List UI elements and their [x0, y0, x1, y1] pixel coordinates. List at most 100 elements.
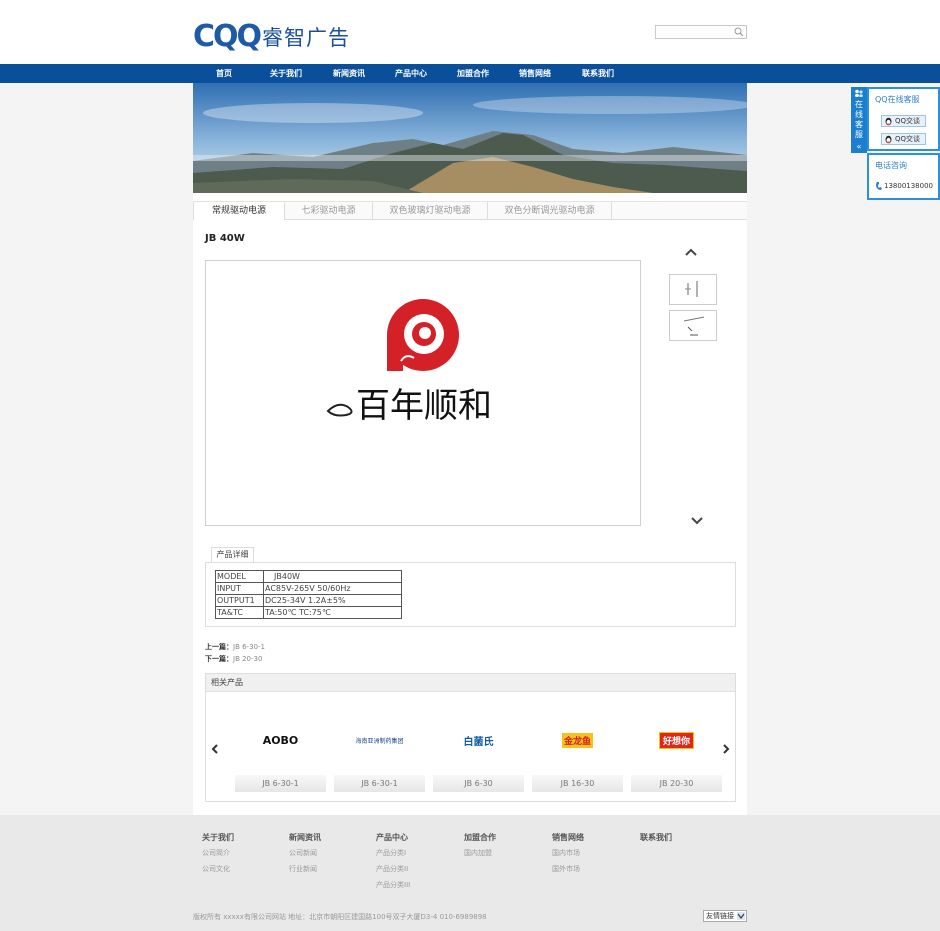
- related-logo: 白菌氏: [463, 736, 494, 748]
- online-service-widget: 在线客服 « QQ在线客服 QQ交谈 QQ交谈 电话咨询 13800138000: [851, 87, 940, 200]
- nav-products[interactable]: 产品中心: [395, 68, 427, 79]
- logo-latin: CQQ: [193, 19, 262, 54]
- friend-links-label: 友情链接: [706, 912, 734, 920]
- nav-contact[interactable]: 联系我们: [582, 68, 614, 79]
- phone-number[interactable]: 13800138000: [884, 182, 933, 190]
- footer: 关于我们 公司简介 公司文化 新闻资讯 公司新闻 行业新闻 产品中心 产品分类I…: [0, 815, 940, 931]
- category-tabs: 常规驱动电源 七彩驱动电源 双色玻璃灯驱动电源 双色分断调光驱动电源: [193, 201, 747, 220]
- qq-chat-button[interactable]: QQ交谈: [881, 115, 926, 127]
- footer-col-about: 关于我们 公司简介 公司文化: [202, 832, 234, 880]
- related-item[interactable]: 好想你 JB 20-30: [631, 705, 722, 792]
- footer-col-title[interactable]: 新闻资讯: [289, 832, 321, 843]
- related-name[interactable]: JB 6-30-1: [235, 775, 326, 792]
- footer-col-products: 产品中心 产品分类I 产品分类II 产品分类III: [376, 832, 410, 896]
- table-row: TA&TC TA:50℃ TC:75℃: [215, 606, 402, 619]
- table-row: OUTPUT1 DC25-34V 1.2A±5%: [215, 594, 402, 607]
- related-logo: 好想你: [658, 731, 694, 749]
- next-value[interactable]: JB 20-30: [233, 655, 262, 663]
- qq-penguin-icon: [885, 135, 892, 144]
- nav-news[interactable]: 新闻资讯: [333, 68, 365, 79]
- footer-link[interactable]: 公司新闻: [289, 848, 321, 858]
- phone-icon: [876, 182, 882, 190]
- footer-col-contact: 联系我们: [640, 832, 672, 848]
- footer-col-title[interactable]: 产品中心: [376, 832, 410, 843]
- related-item[interactable]: 海南亚洲制药集团 JB 6-30-1: [334, 705, 425, 792]
- scroll-down-icon[interactable]: [691, 517, 703, 525]
- product-title: JB 40W: [205, 233, 245, 244]
- thumbnail-1[interactable]: [669, 274, 717, 305]
- nav-home[interactable]: 首页: [216, 68, 232, 79]
- table-row: MODEL JB40W: [215, 570, 402, 583]
- product-main-image[interactable]: 百年顺和: [205, 260, 641, 526]
- footer-link[interactable]: 产品分类III: [376, 880, 410, 890]
- spec-value: TA:50℃ TC:75℃: [263, 606, 402, 619]
- spec-key: OUTPUT1: [215, 594, 264, 607]
- scroll-up-icon[interactable]: [685, 248, 697, 256]
- related-item[interactable]: 白菌氏 JB 6-30: [433, 705, 524, 792]
- footer-link[interactable]: 国内市场: [552, 848, 584, 858]
- thumbnail-2[interactable]: [669, 310, 717, 341]
- spec-key: MODEL: [215, 570, 264, 583]
- tab-glass-lamp-driver[interactable]: 双色玻璃灯驱动电源: [373, 202, 488, 220]
- prev-value[interactable]: JB 6-30-1: [233, 643, 265, 651]
- tab-regular-driver[interactable]: 常规驱动电源: [193, 202, 285, 220]
- tab-colorful-driver[interactable]: 七彩驱动电源: [285, 202, 373, 220]
- related-name[interactable]: JB 6-30: [433, 775, 524, 792]
- spec-value: DC25-34V 1.2A±5%: [263, 594, 402, 607]
- related-name[interactable]: JB 16-30: [532, 775, 623, 792]
- detail-panel: MODEL JB40W INPUT AC85V-265V 50/60Hz OUTPU…: [205, 562, 736, 627]
- related-logo: AOBO: [262, 733, 299, 747]
- footer-col-title[interactable]: 关于我们: [202, 832, 234, 843]
- nav-sales[interactable]: 销售网络: [519, 68, 551, 79]
- chevron-down-icon: [737, 912, 745, 920]
- spec-key: TA&TC: [215, 606, 264, 619]
- search-icon[interactable]: [734, 27, 744, 37]
- footer-link[interactable]: 国内加盟: [464, 848, 496, 858]
- spec-value: JB40W: [263, 570, 402, 583]
- collapse-icon[interactable]: «: [851, 142, 867, 152]
- spec-key: INPUT: [215, 582, 264, 595]
- footer-link[interactable]: 公司文化: [202, 864, 234, 874]
- tab-dimming-driver[interactable]: 双色分断调光驱动电源: [488, 202, 612, 220]
- related-header: 相关产品: [206, 674, 735, 692]
- table-row: INPUT AC85V-265V 50/60Hz: [215, 582, 402, 595]
- related-products: 相关产品 AOBO JB 6-30-1 海南亚洲制药集团 JB 6-30-1 白…: [205, 673, 736, 802]
- footer-col-join: 加盟合作 国内加盟: [464, 832, 496, 864]
- detail-tab[interactable]: 产品详细: [211, 547, 254, 562]
- product-logo-mark: [387, 299, 459, 371]
- qq-chat-label: QQ交谈: [895, 117, 921, 125]
- service-strip-label: 在线客服: [855, 100, 863, 139]
- carousel-prev-icon[interactable]: [211, 744, 219, 754]
- prev-link[interactable]: 上一篇：JB 6-30-1: [205, 642, 265, 652]
- qq-chat-label: QQ交谈: [895, 135, 921, 143]
- qq-title: QQ在线客服: [875, 95, 920, 104]
- site-logo[interactable]: CQQ 睿智广告: [193, 22, 350, 52]
- qq-chat-button[interactable]: QQ交谈: [881, 133, 926, 145]
- next-link[interactable]: 下一篇：JB 20-30: [205, 654, 262, 664]
- footer-link[interactable]: 公司简介: [202, 848, 234, 858]
- footer-link[interactable]: 行业新闻: [289, 864, 321, 874]
- footer-link[interactable]: 产品分类I: [376, 848, 410, 858]
- footer-col-sales: 销售网络 国内市场 国外市场: [552, 832, 584, 880]
- carousel-next-icon[interactable]: [722, 744, 730, 754]
- copyright: 版权所有 xxxxx有限公司网站 地址：北京市朝阳区建国路100号双子大厦D3-…: [193, 913, 487, 921]
- banner-image: [193, 83, 747, 193]
- footer-col-title[interactable]: 销售网络: [552, 832, 584, 843]
- logo-chinese: 睿智广告: [262, 26, 351, 50]
- footer-col-title[interactable]: 联系我们: [640, 832, 672, 843]
- phone-service-box: 电话咨询 13800138000: [867, 153, 940, 200]
- nav-join[interactable]: 加盟合作: [457, 68, 489, 79]
- related-name[interactable]: JB 6-30-1: [334, 775, 425, 792]
- related-name[interactable]: JB 20-30: [631, 775, 722, 792]
- nav-about[interactable]: 关于我们: [270, 68, 302, 79]
- footer-col-title[interactable]: 加盟合作: [464, 832, 496, 843]
- friend-links-select[interactable]: 友情链接: [703, 910, 747, 922]
- related-item[interactable]: 金龙鱼 JB 16-30: [532, 705, 623, 792]
- footer-link[interactable]: 产品分类II: [376, 864, 410, 874]
- service-strip[interactable]: 在线客服 «: [851, 87, 867, 153]
- related-item[interactable]: AOBO JB 6-30-1: [235, 705, 326, 792]
- search-input[interactable]: [655, 25, 747, 39]
- next-label: 下一篇：: [205, 655, 233, 663]
- people-icon: [855, 89, 863, 97]
- footer-link[interactable]: 国外市场: [552, 864, 584, 874]
